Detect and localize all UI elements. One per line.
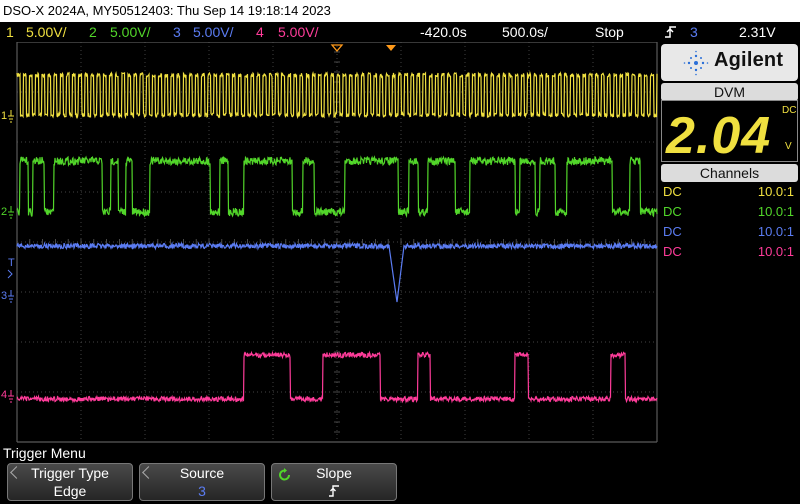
slope-softkey[interactable]: Slope <box>271 463 397 501</box>
ch2-number[interactable]: 2 <box>89 23 97 41</box>
ch4-ground-marker[interactable]: 4 <box>1 389 14 403</box>
svg-text:1: 1 <box>1 110 7 122</box>
ch3-coupling: DC <box>663 224 682 239</box>
ch2-scale[interactable]: 5.00V/ <box>110 23 150 41</box>
trigger-level-marker[interactable]: T <box>7 257 15 279</box>
channel-row-4[interactable]: DC 10.0:1 <box>663 242 796 262</box>
run-state: Stop <box>595 24 624 40</box>
softkey-label: Source <box>179 465 225 481</box>
svg-text:3: 3 <box>1 290 7 302</box>
dvm-unit: V <box>785 141 792 152</box>
trigger-position-icon <box>386 45 396 51</box>
ch1-waveform <box>16 70 658 120</box>
delay-marker-icon <box>330 44 344 53</box>
spark-logo-icon <box>683 50 709 76</box>
ch2-ground-marker[interactable]: 2 <box>1 206 14 219</box>
ch2-coupling: DC <box>663 204 682 219</box>
svg-text:2.04: 2.04 <box>665 107 771 161</box>
ch3-number[interactable]: 3 <box>173 23 181 41</box>
ch3-probe: 10.0:1 <box>757 224 794 239</box>
svg-text:2: 2 <box>1 206 7 218</box>
brand-name: Agilent <box>714 49 784 71</box>
softkey-label: Trigger Type <box>31 465 109 481</box>
rising-edge-icon <box>664 24 678 44</box>
dvm-header[interactable]: DVM <box>661 83 798 101</box>
dvm-mode: DC <box>782 105 797 116</box>
rising-edge-icon <box>272 484 396 504</box>
channel-row-2[interactable]: DC 10.0:1 <box>663 202 796 222</box>
ch1-coupling: DC <box>663 184 682 199</box>
ch4-probe: 10.0:1 <box>757 244 794 259</box>
ch4-coupling: DC <box>663 244 682 259</box>
ch3-scale[interactable]: 5.00V/ <box>193 23 233 41</box>
ch3-ground-marker[interactable]: 3 <box>1 290 14 303</box>
ch2-probe: 10.0:1 <box>757 204 794 219</box>
agilent-logo: Agilent <box>661 44 798 81</box>
source-softkey[interactable]: Source 3 <box>139 463 265 501</box>
ch4-scale[interactable]: 5.00V/ <box>278 23 318 41</box>
svg-text:4: 4 <box>1 389 7 401</box>
timebase[interactable]: 500.0s/ <box>502 23 548 41</box>
trigger-type-softkey[interactable]: Trigger Type Edge <box>7 463 133 501</box>
dvm-reading: 2.04 <box>665 107 771 165</box>
window-title: DSO-X 2024A, MY50512403: Thu Sep 14 19:1… <box>0 0 800 22</box>
channel-row-3[interactable]: DC 10.0:1 <box>663 222 796 242</box>
softkey-value: Edge <box>53 483 87 499</box>
channels-header[interactable]: Channels <box>661 164 798 182</box>
softkey-label: Slope <box>316 465 352 481</box>
ch1-probe: 10.0:1 <box>757 184 794 199</box>
softkey-value: 3 <box>198 483 206 499</box>
ch1-ground-marker[interactable]: 1 <box>1 110 14 123</box>
menu-title: Trigger Menu <box>3 445 86 461</box>
trigger-level[interactable]: 2.31V <box>739 23 776 41</box>
ch1-scale[interactable]: 5.00V/ <box>26 23 66 41</box>
channel-row-1[interactable]: DC 10.0:1 <box>663 182 796 202</box>
ch4-number[interactable]: 4 <box>256 23 264 41</box>
status-bar: 1 5.00V/ 2 5.00V/ 3 5.00V/ 4 5.00V/ -420… <box>0 22 800 42</box>
horizontal-delay[interactable]: -420.0s <box>420 23 467 41</box>
svg-text:T: T <box>8 257 15 269</box>
ch1-number[interactable]: 1 <box>6 23 14 41</box>
trigger-source[interactable]: 3 <box>690 23 698 41</box>
dvm-display: 2.04 DC V <box>661 100 798 165</box>
